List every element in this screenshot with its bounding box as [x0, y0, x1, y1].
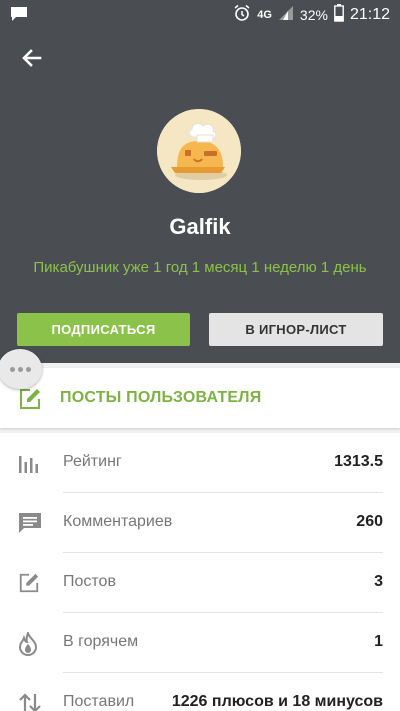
stat-label: Постов [63, 573, 116, 590]
stat-row-votes: Поставил 1226 плюсов и 18 минусов [0, 673, 400, 711]
sort-arrows-icon [18, 692, 42, 711]
flame-icon [18, 629, 38, 661]
stat-row-rating: Рейтинг 1313.5 [0, 433, 400, 493]
signal-icon [278, 5, 294, 24]
stat-label: Рейтинг [63, 453, 122, 470]
comment-icon [18, 512, 42, 539]
user-posts-label: ПОСТЫ ПОЛЬЗОВАТЕЛЯ [60, 389, 262, 406]
stat-label: В горячем [63, 633, 139, 650]
ignore-list-button[interactable]: В ИГНОР-ЛИСТ [209, 313, 383, 346]
stat-row-comments: Комментариев 260 [0, 493, 400, 553]
tenure-text: Пикабушник уже 1 год 1 месяц 1 неделю 1 … [33, 259, 367, 276]
edit-icon [18, 387, 42, 416]
stats-list: Рейтинг 1313.5 Комментариев 260 Постов 3… [0, 433, 400, 711]
stat-label: Поставил [63, 693, 135, 710]
stat-row-posts: Постов 3 [0, 553, 400, 613]
stat-value: 260 [356, 513, 383, 530]
avatar [157, 109, 241, 193]
back-arrow-icon[interactable] [18, 44, 46, 72]
stat-value: 1 [374, 633, 383, 650]
clock: 21:12 [349, 5, 390, 23]
more-dots-icon [9, 366, 15, 372]
stat-row-hot: В горячем 1 [0, 613, 400, 673]
user-posts-link[interactable]: ПОСТЫ ПОЛЬЗОВАТЕЛЯ [0, 368, 400, 428]
alarm-icon [233, 4, 251, 25]
username: Galfik [169, 214, 231, 239]
bar-chart-icon [18, 452, 40, 479]
subscribe-button[interactable]: ПОДПИСАТЬСЯ [17, 313, 190, 346]
stat-value: 1313.5 [334, 453, 383, 470]
network-type: 4G [257, 8, 272, 21]
more-menu-button[interactable] [0, 349, 42, 389]
battery-percent: 32% [299, 6, 328, 23]
edit-icon [18, 572, 40, 599]
battery-icon [334, 4, 344, 25]
stat-value: 3 [374, 573, 383, 590]
stat-label: Комментариев [63, 513, 173, 530]
status-bar: 4G 32% 21:12 [0, 0, 400, 28]
stat-value: 1226 плюсов и 18 минусов [171, 693, 383, 710]
message-notification-icon [10, 6, 28, 27]
profile-header: Galfik Пикабушник уже 1 год 1 месяц 1 не… [0, 28, 400, 363]
